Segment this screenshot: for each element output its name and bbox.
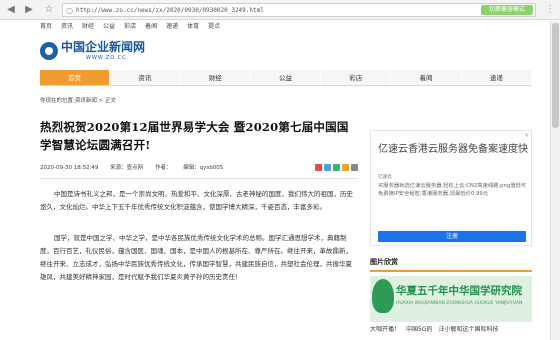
topnav-item[interactable]: 提点: [208, 22, 220, 32]
qzone-share-icon[interactable]: [324, 164, 331, 171]
article-paragraph: 中国是诗书礼义之邦，是一个崇尚文明、热爱和平、文化深厚、古老神秘的国度，我们伟大…: [40, 190, 353, 211]
ad-title[interactable]: 亿速云香港云服务器免备案速度快: [378, 143, 528, 157]
site-logo[interactable]: 中国企业新闻网 WWW.ZO.CC: [40, 40, 170, 64]
nav-celebrity[interactable]: 着闻: [391, 70, 462, 85]
leaf-logo-icon: [372, 279, 394, 313]
share-buttons: [315, 163, 358, 171]
article-editor: 编辑：qysb005: [183, 165, 224, 171]
topnav-item[interactable]: 着闻: [145, 22, 157, 32]
topnav-item[interactable]: 资讯: [61, 22, 73, 32]
picture-caption[interactable]: 中国5G的: [406, 326, 432, 334]
sidebar-ad[interactable]: × 亿速云香港云服务器免备案速度快 亿速云 买服务器就选亿速云服务器,轻松上云;…: [370, 130, 532, 246]
pictures-heading: 图片欣赏: [370, 257, 532, 272]
scrollbar-thumb[interactable]: [552, 23, 559, 128]
star-icon[interactable]: ☆: [42, 3, 56, 17]
url-text: http://www.zo.cc/news/zx/2020/0930/09300…: [76, 7, 264, 14]
article-author: 作者：: [154, 165, 172, 171]
menu-icon[interactable]: ⋮: [545, 3, 555, 17]
article-title: 热烈祝贺2020第12届世界易学大会 暨2020第七届中国国学智慧论坛圆满召开!: [40, 120, 349, 152]
nav-express[interactable]: 速递: [461, 70, 532, 85]
close-icon[interactable]: ×: [524, 132, 529, 139]
picture-caption[interactable]: 大咖开播！: [370, 326, 400, 334]
topnav-item[interactable]: 财经: [82, 22, 94, 32]
topnav-item[interactable]: 速递: [166, 22, 178, 32]
picture-captions: 大咖开播！ 中国5G的 汪小敏和这个国际科技: [370, 326, 532, 334]
divider: [40, 178, 358, 179]
nav-finance[interactable]: 财经: [180, 70, 251, 85]
top-nav: 首页 资讯 财经 公益 彩店 着闻 速递 体育 提点: [40, 22, 220, 32]
logo-subtitle: WWW.ZO.CC: [86, 55, 127, 61]
compat-mode-button[interactable]: 切换兼容模式: [481, 5, 533, 15]
page-icon: ○: [66, 6, 73, 15]
wechat-share-icon[interactable]: [333, 164, 340, 171]
page-scrollbar[interactable]: [550, 21, 560, 340]
article: 热烈祝贺2020第12届世界易学大会 暨2020第七届中国国学智慧论坛圆满召开!…: [40, 118, 358, 284]
nav-news[interactable]: 资讯: [110, 70, 181, 85]
logo-title: 中国企业新闻网: [61, 40, 146, 54]
topnav-item[interactable]: 公益: [103, 22, 115, 32]
topnav-item[interactable]: 体育: [187, 22, 199, 32]
ad-advertiser: 亿速云: [378, 175, 392, 180]
nav-lottery[interactable]: 彩店: [321, 70, 392, 85]
address-bar[interactable]: ○ http://www.zo.cc/news/zx/2020/0930/093…: [62, 3, 536, 17]
ad-register-button[interactable]: 注册: [378, 231, 526, 242]
breadcrumb: 你现在的位置:资讯新闻 > 正文: [40, 98, 116, 104]
featured-picture[interactable]: 华夏五千年中华国学研究院 HUAXIA WUQIANNIAN ZHONGHUA …: [370, 276, 532, 322]
back-arrow-icon[interactable]: ◀: [4, 3, 18, 17]
logo-globe-icon: [40, 42, 58, 60]
article-paragraph: 国学，就是中国之学、中华之学，是中华各民族优秀传统文化学术的总称。国学汇通思想学…: [40, 234, 352, 281]
article-date: 2020-09-30 18:52:49: [40, 165, 99, 171]
picture-banner-text: 华夏五千年中华国学研究院: [396, 285, 522, 297]
picture-caption[interactable]: 汪小敏和这个国际科技: [438, 326, 498, 334]
nav-home[interactable]: 首页: [40, 70, 111, 85]
main-nav: 首页 资讯 财经 公益 彩店 着闻 速递: [40, 70, 532, 86]
article-source: 来源：壹点网: [110, 165, 144, 171]
topnav-item[interactable]: 首页: [40, 22, 52, 32]
more-share-icon[interactable]: [351, 164, 358, 171]
renren-share-icon[interactable]: [342, 164, 349, 171]
ad-description: 买服务器就选亿速云服务器,轻松上云;CN2高速线路,png值低可免费换IP安全秘…: [378, 183, 527, 197]
browser-toolbar: ◀ ▶ ☆ ○ http://www.zo.cc/news/zx/2020/09…: [0, 0, 560, 20]
topnav-item[interactable]: 彩店: [124, 22, 136, 32]
weibo-share-icon[interactable]: [315, 164, 322, 171]
article-meta: 2020-09-30 18:52:49 来源：壹点网 作者： 编辑：qysb00…: [40, 163, 358, 173]
picture-banner-subtext: HUAXIA WUQIANNIAN ZHONGHUA GUOXUE YANJIU…: [396, 301, 523, 306]
nav-charity[interactable]: 公益: [250, 70, 322, 85]
forward-arrow-icon[interactable]: ▶: [22, 3, 36, 17]
